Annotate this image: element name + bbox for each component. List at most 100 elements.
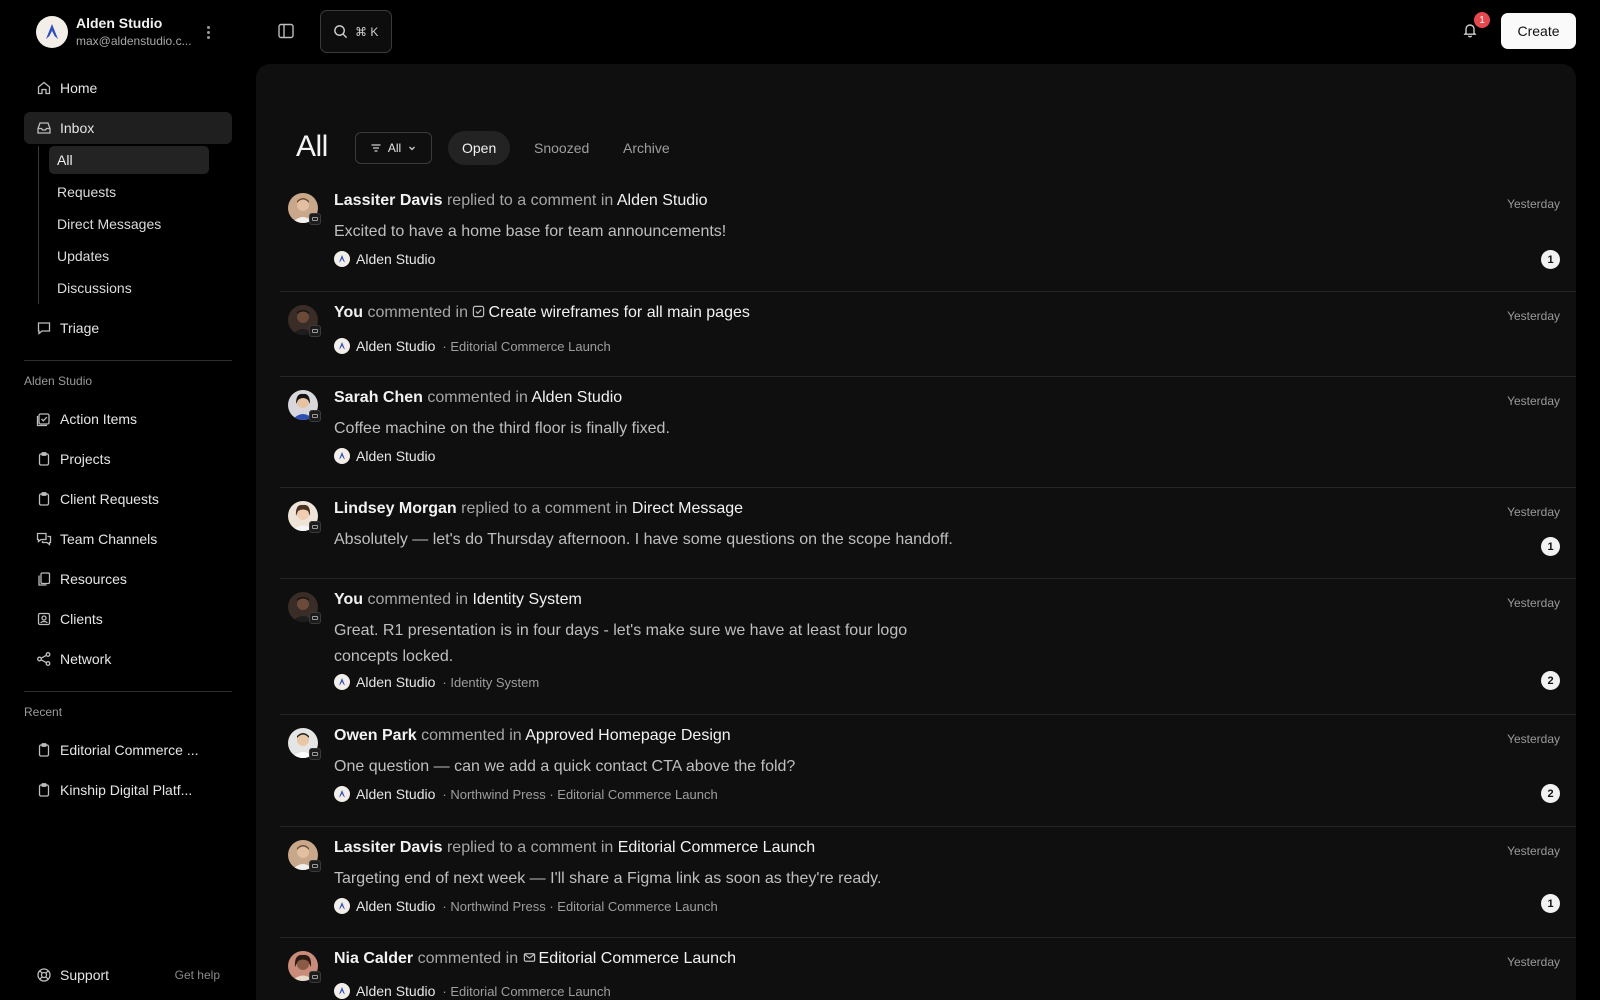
feed-row[interactable]: Nia Calder commented in Editorial Commer…: [280, 938, 1576, 1000]
get-help-link[interactable]: Get help: [175, 968, 220, 982]
feed-workspace[interactable]: Alden Studio: [356, 786, 435, 802]
task-check-icon: [472, 305, 485, 318]
feed-row[interactable]: Sarah Chen commented in Alden Studio Yes…: [280, 377, 1576, 488]
feed-action: commented in: [367, 591, 468, 608]
feed-message: Excited to have a home base for team ann…: [334, 223, 727, 240]
tab-archive[interactable]: Archive: [609, 131, 684, 165]
search-icon: [334, 25, 348, 39]
feed-workspace[interactable]: Alden Studio: [356, 338, 435, 354]
tab-snoozed[interactable]: Snoozed: [520, 131, 603, 165]
more-vertical-icon[interactable]: [202, 23, 214, 41]
network-icon: [35, 650, 53, 668]
nav-team-channels-label: Team Channels: [60, 531, 158, 547]
nav-action-items[interactable]: Action Items: [24, 403, 232, 435]
feed-action: replied to a comment in: [446, 839, 614, 856]
inbox-sub-discussions[interactable]: Discussions: [49, 274, 209, 302]
inbox-sub-all[interactable]: All: [49, 146, 209, 174]
search-shortcut: ⌘ K: [355, 24, 379, 39]
feed-target[interactable]: Alden Studio: [531, 389, 622, 406]
feed-action: replied to a comment in: [461, 500, 628, 517]
feed-row[interactable]: Lassiter Davis replied to a comment in A…: [280, 180, 1576, 292]
feed-timestamp: Yesterday: [1507, 394, 1560, 408]
feed-target[interactable]: Create wireframes for all main pages: [472, 304, 750, 321]
feed-row-headline: Sarah Chen commented in Alden Studio: [334, 389, 622, 407]
tab-open[interactable]: Open: [448, 131, 511, 165]
inbox-sub-requests[interactable]: Requests: [49, 178, 209, 206]
reply-count-badge: 2: [1541, 784, 1560, 803]
avatar: [288, 193, 321, 225]
feed-author[interactable]: Lassiter Davis: [334, 192, 443, 209]
inbox-sub-direct-messages[interactable]: Direct Messages: [49, 210, 209, 238]
feed-workspace[interactable]: Alden Studio: [356, 983, 435, 999]
feed-row[interactable]: You commented in Create wireframes for a…: [280, 292, 1576, 377]
sidebar-divider: [24, 360, 232, 361]
mail-icon: [523, 951, 536, 964]
feed-author[interactable]: Owen Park: [334, 727, 417, 744]
feed-author[interactable]: Lindsey Morgan: [334, 500, 457, 517]
feed-workspace[interactable]: Alden Studio: [356, 251, 435, 267]
feed-breadcrumb[interactable]: · Northwind Press · Editorial Commerce L…: [442, 787, 717, 802]
feed-meta: Alden Studio: [334, 448, 435, 464]
feed-row[interactable]: Lindsey Morgan replied to a comment in D…: [280, 488, 1576, 579]
feed-row-headline: Lassiter Davis replied to a comment in E…: [334, 839, 815, 857]
feed-timestamp: Yesterday: [1507, 596, 1560, 610]
avatar: [288, 592, 321, 624]
feed-target[interactable]: Approved Homepage Design: [525, 727, 730, 744]
feed-row-headline: Lindsey Morgan replied to a comment in D…: [334, 500, 743, 518]
feed-workspace[interactable]: Alden Studio: [356, 448, 435, 464]
clipboard-icon: [35, 490, 53, 508]
feed-target[interactable]: Editorial Commerce Launch: [618, 839, 815, 856]
feed-breadcrumb[interactable]: · Northwind Press · Editorial Commerce L…: [442, 899, 717, 914]
section-label-workspace: Alden Studio: [24, 374, 93, 388]
feed-author[interactable]: Lassiter Davis: [334, 839, 443, 856]
feed-breadcrumb[interactable]: · Editorial Commerce Launch: [442, 339, 610, 354]
create-button[interactable]: Create: [1501, 13, 1576, 49]
feed-author[interactable]: You: [334, 304, 363, 321]
sidebar-divider: [24, 691, 232, 692]
feed-meta: Alden Studio · Northwind Press · Editori…: [334, 786, 718, 802]
nav-inbox[interactable]: Inbox: [24, 112, 232, 144]
feed-meta: Alden Studio · Identity System: [334, 674, 539, 690]
feed-author[interactable]: Nia Calder: [334, 950, 413, 967]
feed-row[interactable]: Owen Park commented in Approved Homepage…: [280, 715, 1576, 827]
recent-item-editorial-commerce[interactable]: Editorial Commerce ...: [24, 734, 232, 766]
feed-row[interactable]: You commented in Identity System Yesterd…: [280, 579, 1576, 715]
search-button[interactable]: ⌘ K: [320, 10, 392, 53]
nav-client-requests[interactable]: Client Requests: [24, 483, 232, 515]
feed-row[interactable]: Lassiter Davis replied to a comment in E…: [280, 827, 1576, 938]
feed-breadcrumb[interactable]: · Identity System: [442, 675, 539, 690]
feed-author[interactable]: Sarah Chen: [334, 389, 423, 406]
nav-resources[interactable]: Resources: [24, 563, 232, 595]
contact-icon: [35, 610, 53, 628]
inbox-sub-updates[interactable]: Updates: [49, 242, 209, 270]
feed-target[interactable]: Direct Message: [632, 500, 743, 517]
nav-triage-label: Triage: [60, 320, 100, 336]
feed-target[interactable]: Editorial Commerce Launch: [523, 950, 736, 967]
nav-clients[interactable]: Clients: [24, 603, 232, 635]
feed-workspace[interactable]: Alden Studio: [356, 898, 435, 914]
feed-workspace[interactable]: Alden Studio: [356, 674, 435, 690]
feed-meta: Alden Studio · Northwind Press · Editori…: [334, 898, 718, 914]
nav-network[interactable]: Network: [24, 643, 232, 675]
feed-target[interactable]: Identity System: [472, 591, 581, 608]
nav-client-requests-label: Client Requests: [60, 491, 159, 507]
nav-projects[interactable]: Projects: [24, 443, 232, 475]
support-link[interactable]: Support Get help: [24, 959, 232, 991]
recent-item-kinship-digital[interactable]: Kinship Digital Platf...: [24, 774, 232, 806]
avatar: [288, 390, 321, 422]
nav-team-channels[interactable]: Team Channels: [24, 523, 232, 555]
nav-home[interactable]: Home: [24, 72, 232, 104]
feed-meta: Alden Studio · Editorial Commerce Launch: [334, 983, 611, 999]
feed-message: Targeting end of next week — I'll share …: [334, 870, 882, 887]
nav-triage[interactable]: Triage: [24, 312, 232, 344]
feed-breadcrumb[interactable]: · Editorial Commerce Launch: [442, 984, 610, 999]
filter-dropdown[interactable]: All: [355, 132, 432, 164]
feed-author[interactable]: You: [334, 591, 363, 608]
feed-row-headline: You commented in Create wireframes for a…: [334, 304, 750, 322]
checklist-icon: [35, 410, 53, 428]
feed-target[interactable]: Alden Studio: [617, 192, 708, 209]
alden-studio-logo: [334, 898, 350, 914]
workspace-switcher[interactable]: Alden Studio max@aldenstudio.c...: [36, 15, 226, 51]
alden-studio-logo: [334, 448, 350, 464]
sidebar-toggle-icon[interactable]: [272, 17, 300, 45]
